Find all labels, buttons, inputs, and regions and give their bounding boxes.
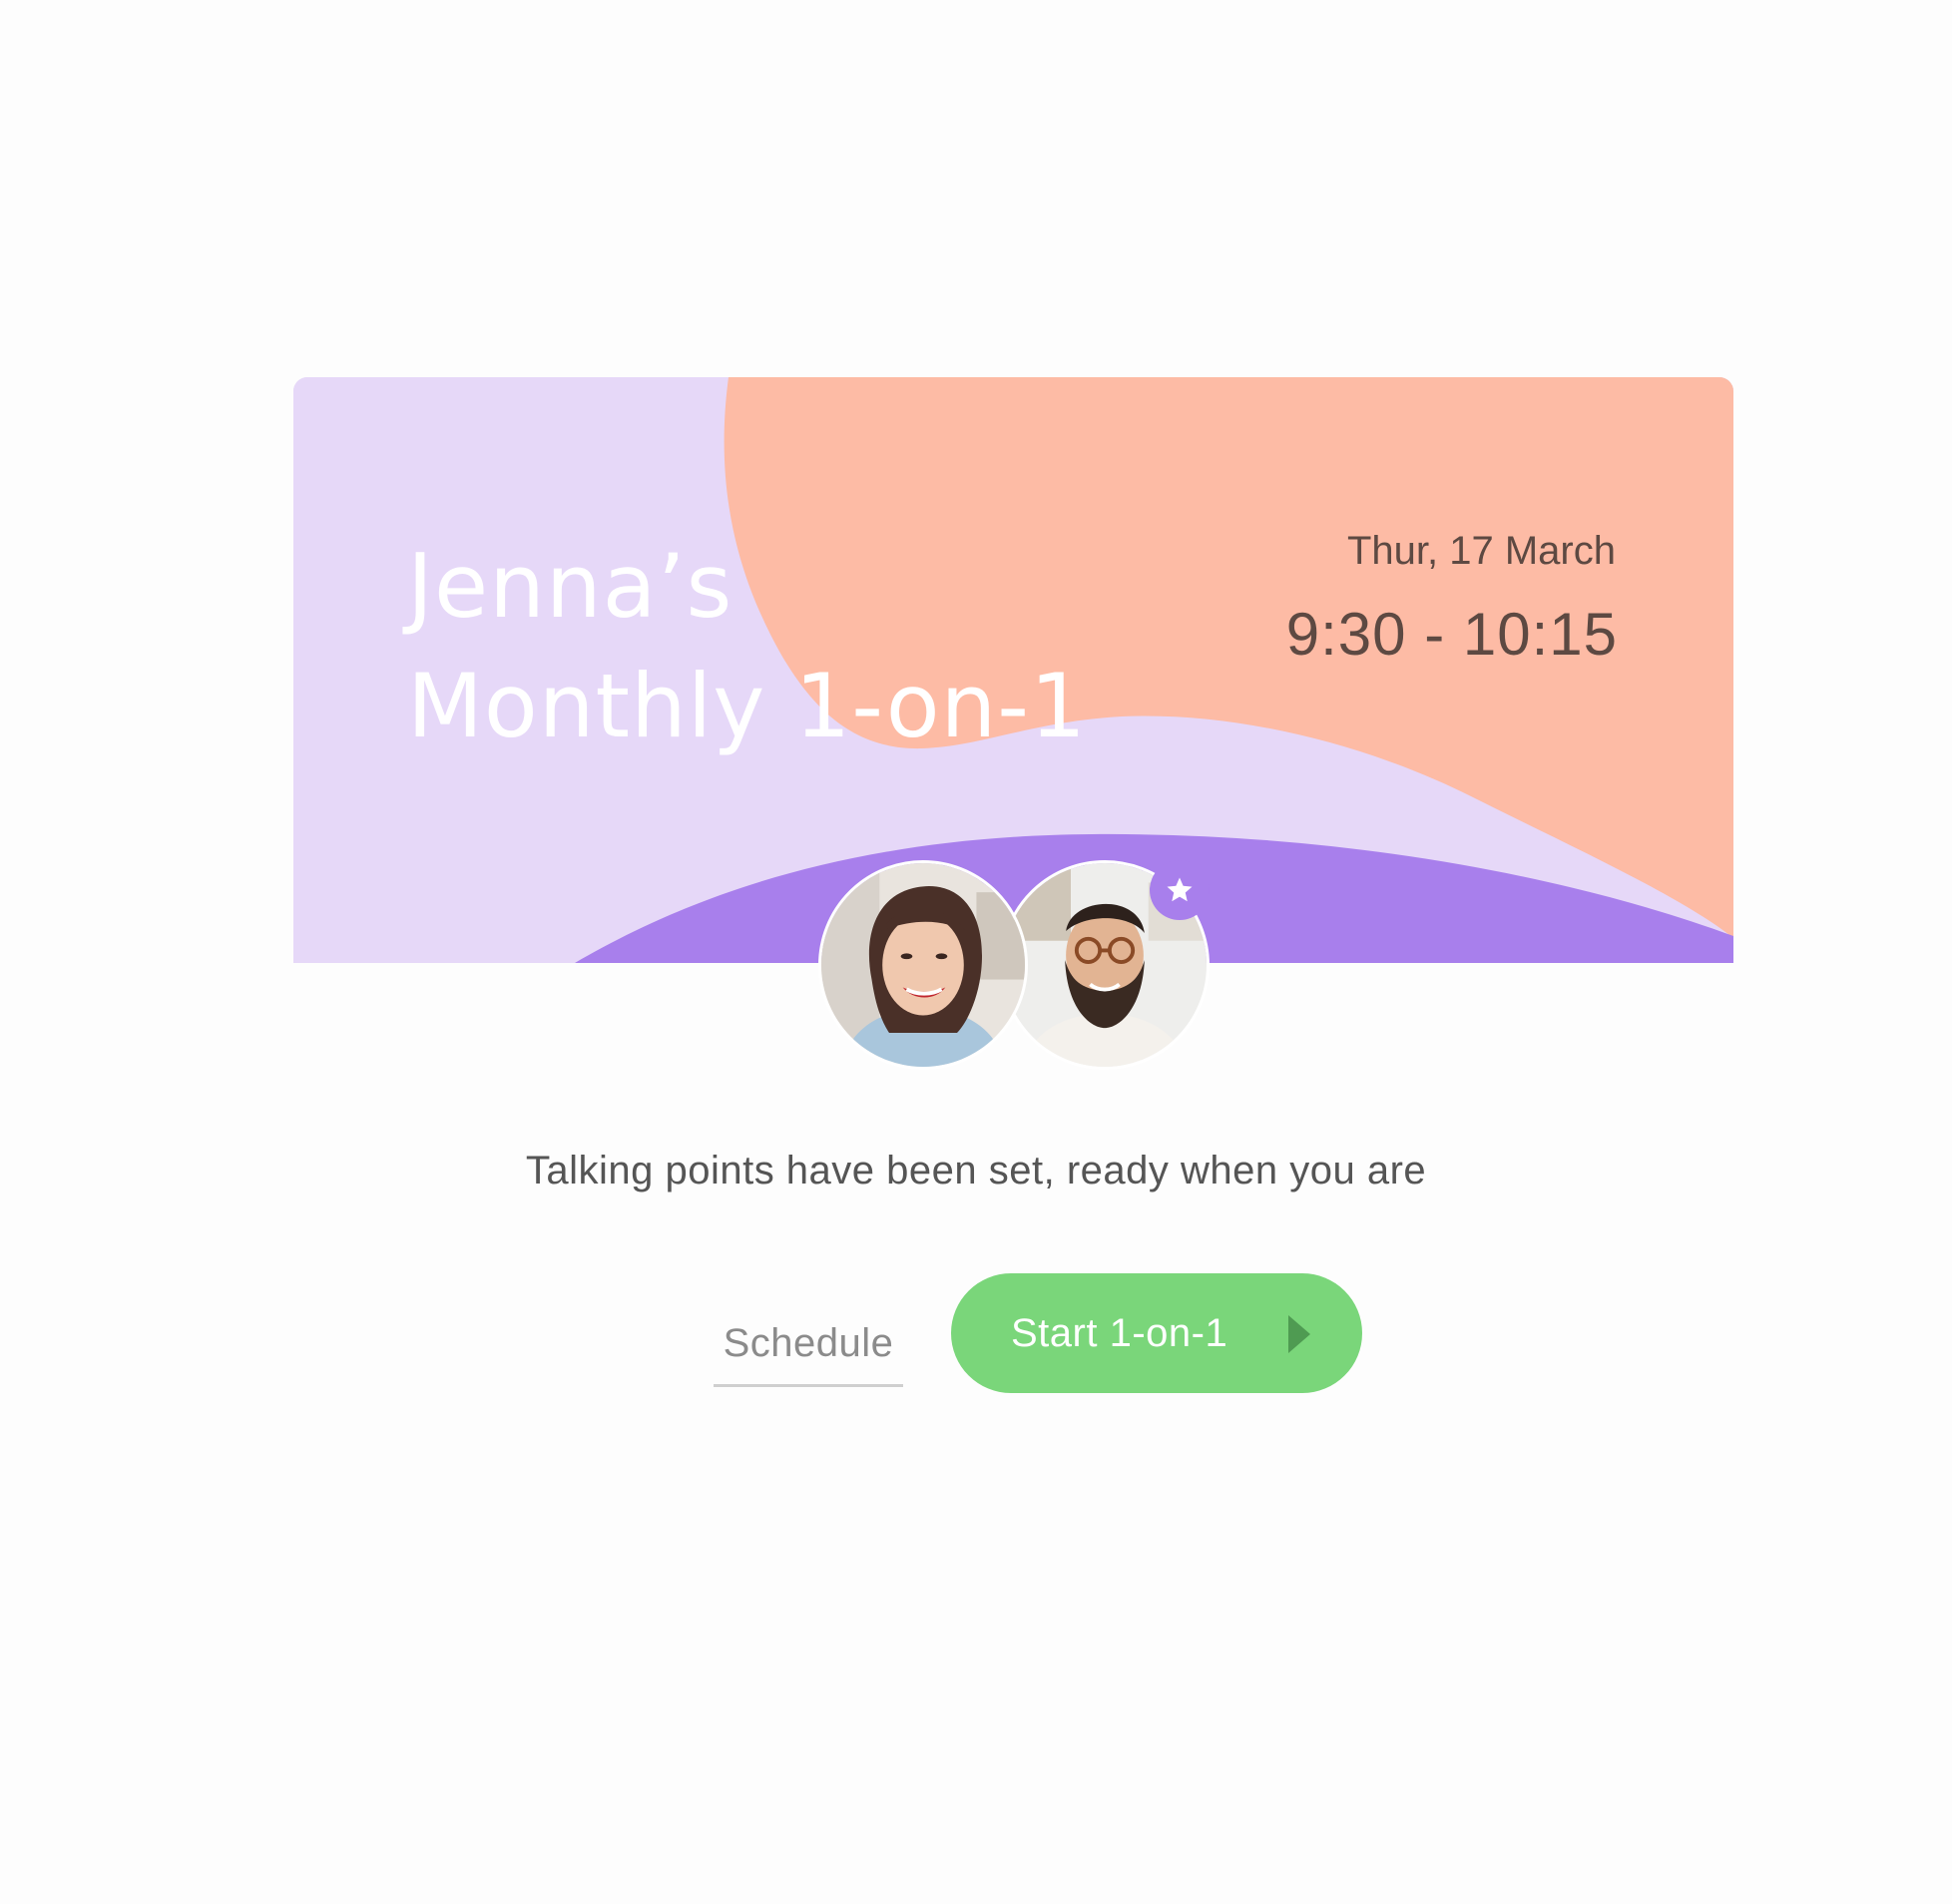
start-1on1-button[interactable]: Start 1-on-1 <box>951 1273 1362 1393</box>
host-star-badge <box>1150 860 1210 920</box>
avatar-jenna[interactable] <box>818 860 1028 1070</box>
meeting-title-line1: Jenna’s <box>407 535 733 638</box>
start-1on1-label: Start 1-on-1 <box>1011 1310 1228 1355</box>
avatar-photo-woman-icon <box>821 863 1025 1067</box>
meeting-date: Thur, 17 March <box>1346 529 1616 573</box>
play-icon <box>1288 1315 1310 1353</box>
status-message: Talking points have been set, ready when… <box>525 1149 1427 1192</box>
star-icon <box>1167 877 1193 902</box>
meeting-title-line2: Monthly 1-on-1 <box>407 655 1088 757</box>
meeting-title: Jenna’s Monthly 1-on-1 <box>407 527 1087 766</box>
schedule-button[interactable]: Schedule <box>714 1303 903 1387</box>
meeting-time: 9:30 - 10:15 <box>1285 601 1618 668</box>
meeting-banner: Jenna’s Monthly 1-on-1 Thur, 17 March 9:… <box>293 377 1733 963</box>
